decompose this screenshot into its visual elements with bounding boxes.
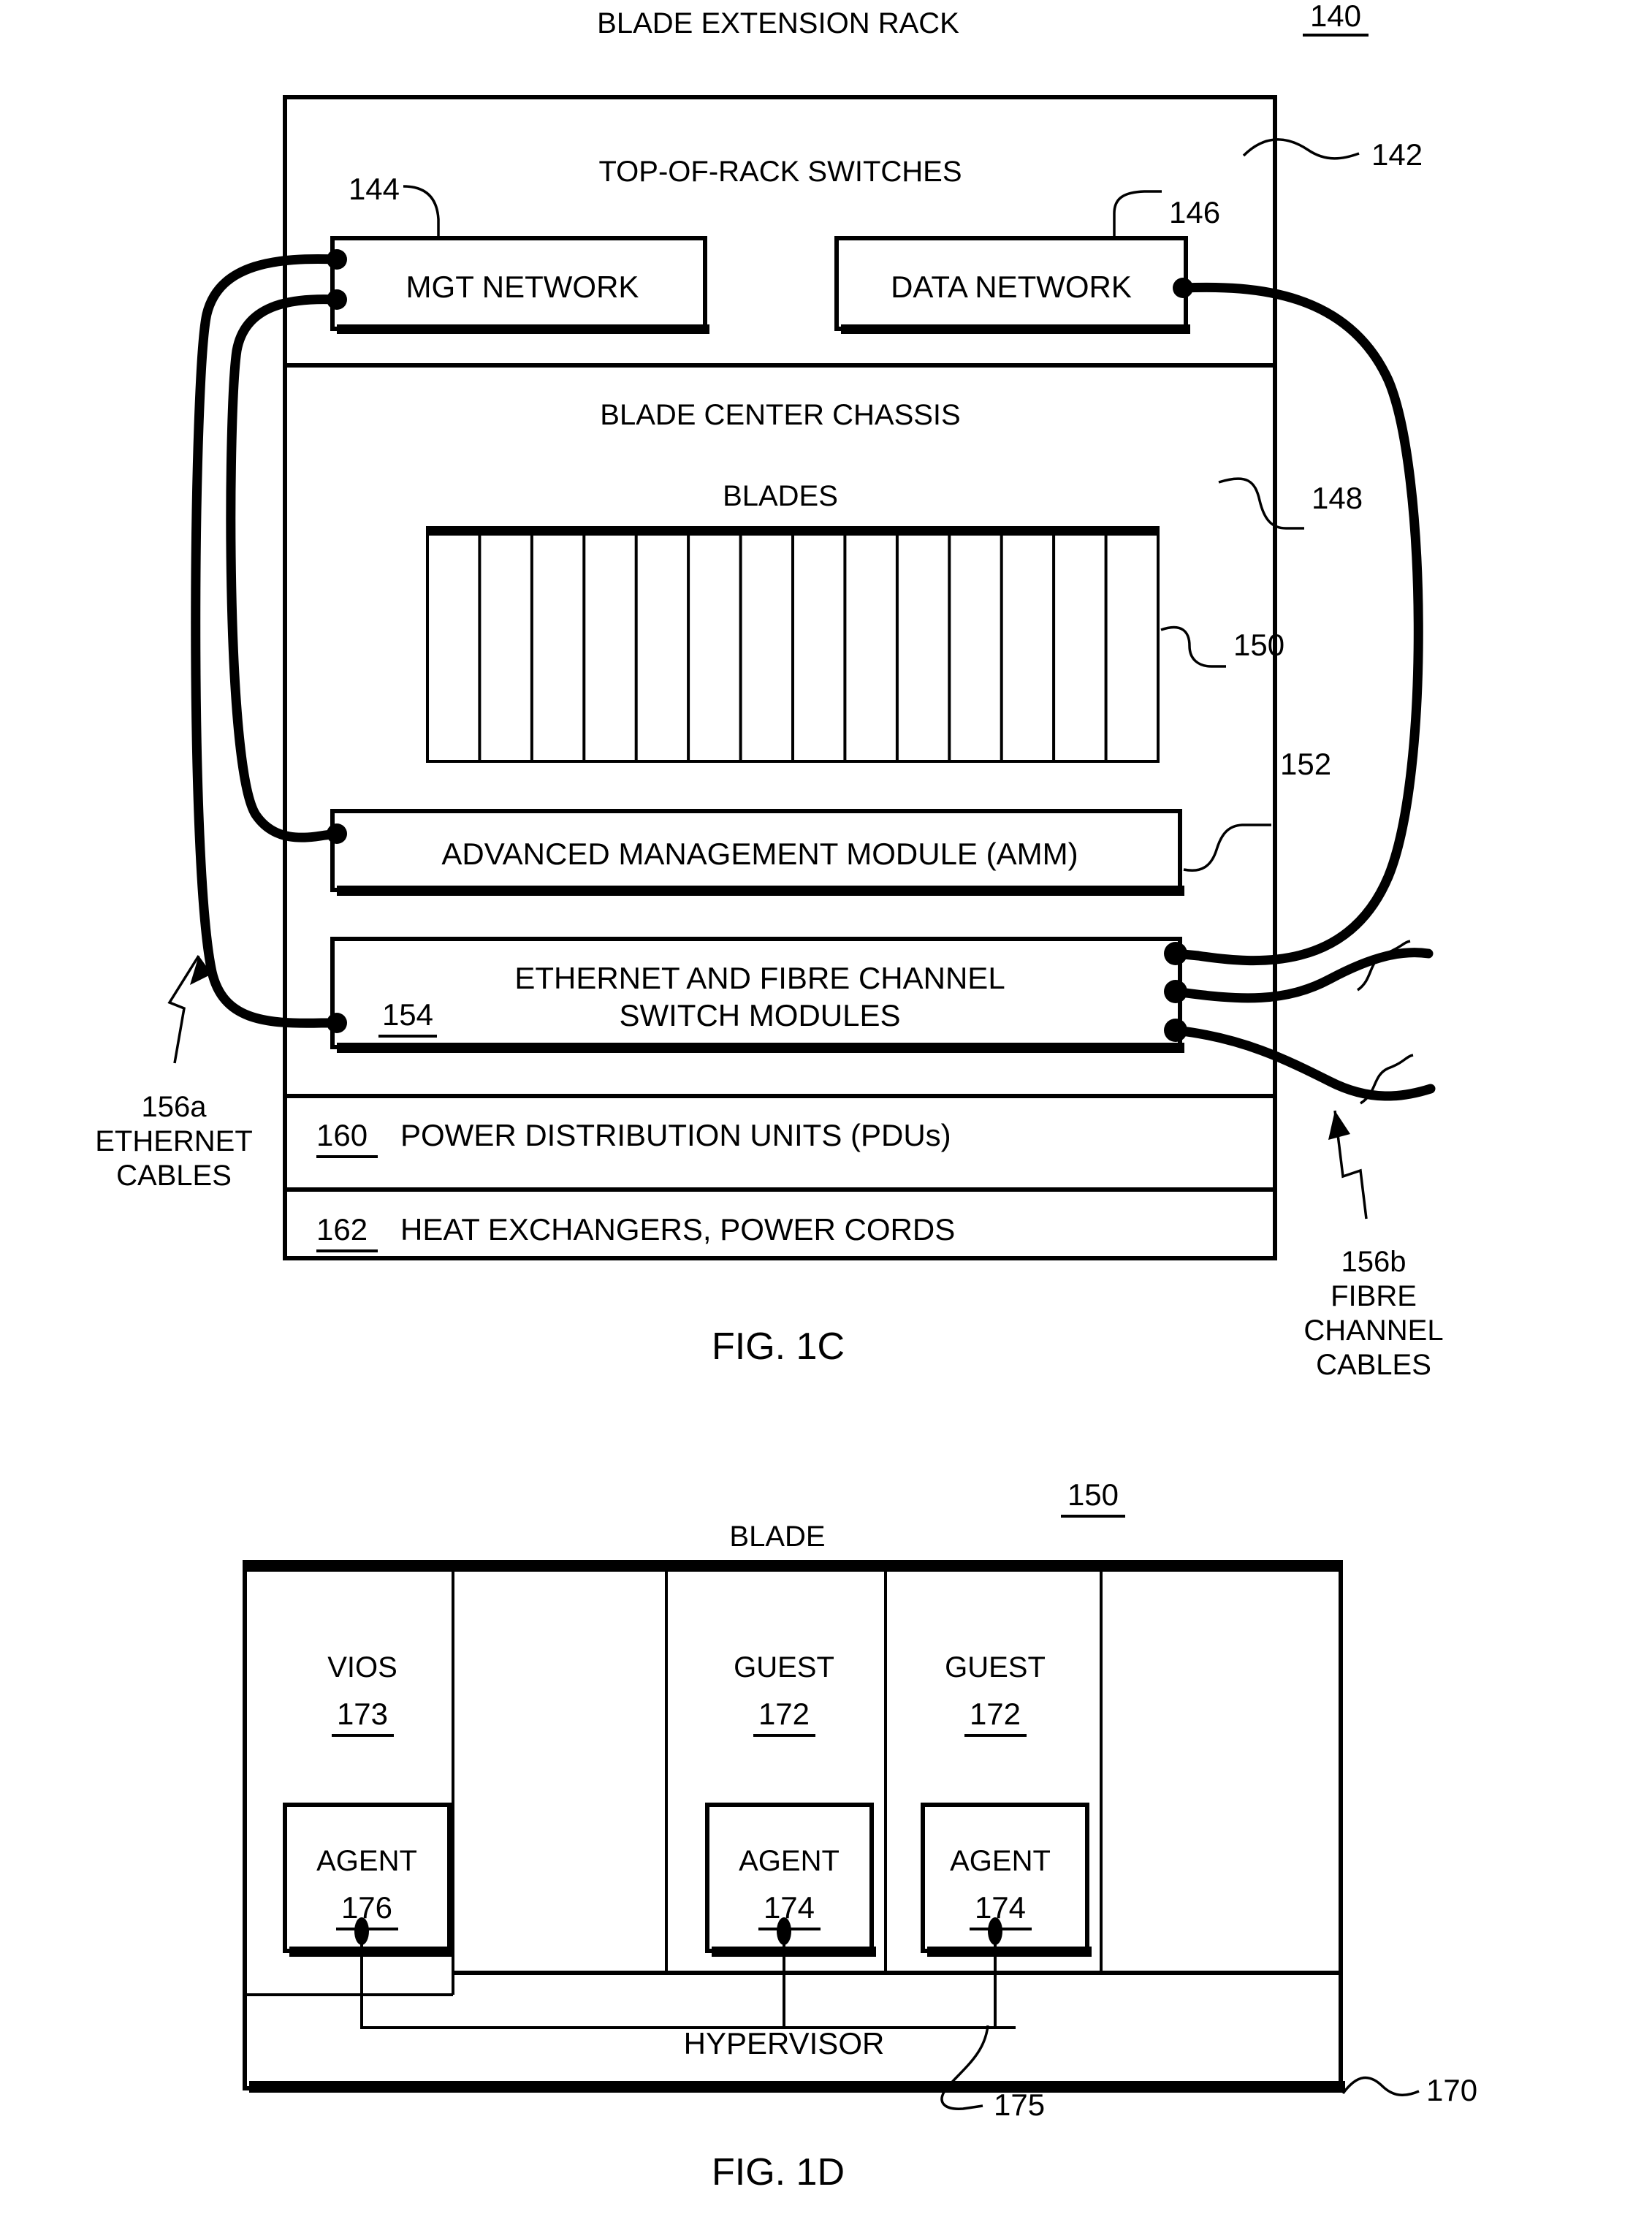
fibre-cables-label-line1: FIBRE [1331, 1280, 1417, 1312]
ref-176: 176 [341, 1890, 392, 1925]
agent-176-box-shadow [289, 1947, 454, 1957]
switch-modules-box-shadow [337, 1043, 1184, 1053]
heat-exchangers-label: HEAT EXCHANGERS, POWER CORDS [400, 1212, 955, 1247]
ref-174-2: 174 [975, 1890, 1026, 1925]
ref-140: 140 [1310, 0, 1361, 33]
agent-174-label-1: AGENT [739, 1845, 840, 1877]
ref-173: 173 [337, 1697, 388, 1731]
ref-154: 154 [382, 997, 433, 1032]
partition-guest-label-2: GUEST [945, 1651, 1046, 1683]
agent-176-label: AGENT [316, 1845, 417, 1877]
ref-156a: 156a [142, 1091, 208, 1123]
ref-156b: 156b [1341, 1246, 1407, 1278]
agent-174-box-2-shadow [927, 1947, 1092, 1957]
ref-160: 160 [316, 1118, 368, 1152]
blade-outline-shadow [249, 2081, 1345, 2093]
agent-174-label-2: AGENT [950, 1845, 1051, 1877]
data-network-box-shadow [841, 324, 1190, 334]
ref-148: 148 [1312, 481, 1363, 515]
ref-144: 144 [349, 172, 400, 206]
data-network-label: DATA NETWORK [891, 270, 1132, 304]
blades-rack-top-bar [427, 528, 1158, 536]
ref-150-blades: 150 [1233, 628, 1284, 662]
ref-142: 142 [1371, 137, 1423, 172]
ref-156b-arrowhead [1328, 1111, 1350, 1140]
blades-rack [426, 526, 1160, 763]
ref-172-2: 172 [970, 1697, 1021, 1731]
ref-162: 162 [316, 1212, 368, 1247]
fibre-cables-label-line3: CABLES [1316, 1349, 1431, 1381]
fig-1c-title: BLADE EXTENSION RACK [597, 7, 959, 39]
fibre-cables-label-line2: CHANNEL [1303, 1314, 1443, 1347]
ref-172-1: 172 [758, 1697, 810, 1731]
ref-170: 170 [1426, 2073, 1477, 2107]
ethernet-cables-label-line1: ETHERNET [95, 1125, 253, 1157]
partition-guest-label-1: GUEST [734, 1651, 834, 1683]
switch-modules-label-line1: ETHERNET AND FIBRE CHANNEL [514, 961, 1005, 995]
ref-150-fig1d: 150 [1067, 1477, 1119, 1512]
pdu-label: POWER DISTRIBUTION UNITS (PDUs) [400, 1118, 951, 1152]
ref-152: 152 [1280, 747, 1331, 781]
blade-outline-top-bar [245, 1562, 1341, 1572]
blades-label: BLADES [723, 480, 838, 512]
patent-figure-sheet: BLADE EXTENSION RACK 140 142 TOP-OF-RACK… [0, 0, 1652, 2222]
mgt-network-box-shadow [337, 324, 709, 334]
ref-174-1: 174 [764, 1890, 815, 1925]
ethernet-cables-label-line2: CABLES [116, 1160, 232, 1192]
amm-label: ADVANCED MANAGEMENT MODULE (AMM) [441, 837, 1078, 871]
partition-vios-label: VIOS [327, 1651, 397, 1683]
switch-modules-label-line2: SWITCH MODULES [619, 998, 900, 1032]
figure-1c-svg: BLADE EXTENSION RACK 140 142 TOP-OF-RACK… [95, 0, 1477, 2194]
hypervisor-label: HYPERVISOR [684, 2026, 885, 2061]
fig-1d-caption: FIG. 1D [712, 2151, 845, 2194]
fig-1c-caption: FIG. 1C [712, 1325, 845, 1368]
agent-174-box-1-shadow [712, 1947, 876, 1957]
fig-1d-title: BLADE [729, 1521, 825, 1553]
ref-170-leader [1341, 2076, 1420, 2096]
blade-center-chassis-label: BLADE CENTER CHASSIS [600, 399, 960, 431]
top-of-rack-label: TOP-OF-RACK SWITCHES [598, 156, 962, 188]
ref-175: 175 [994, 2088, 1045, 2122]
ref-146: 146 [1169, 195, 1220, 229]
amm-box-shadow [337, 886, 1184, 896]
mgt-network-label: MGT NETWORK [406, 270, 639, 304]
